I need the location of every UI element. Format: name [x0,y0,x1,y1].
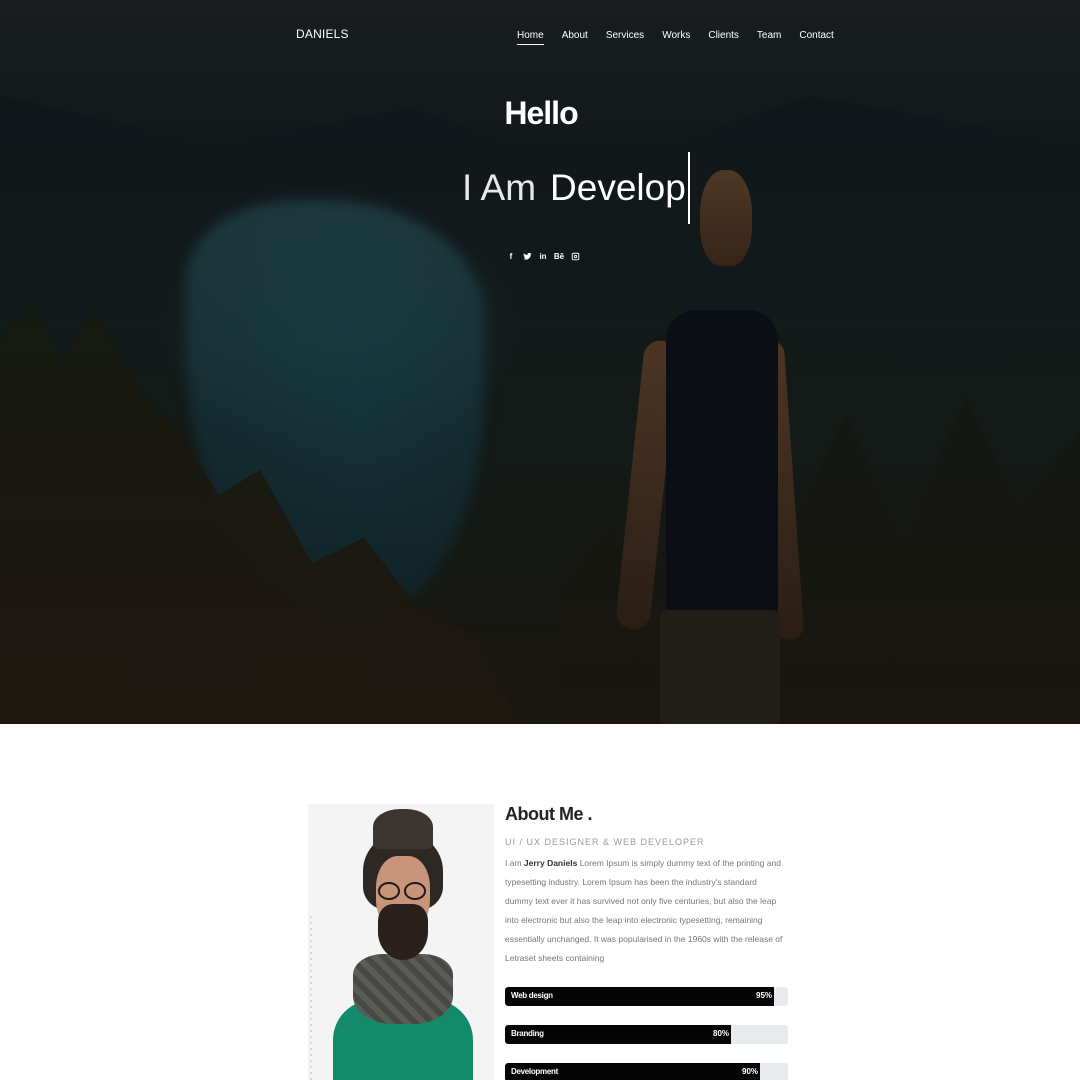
profile-photo [308,804,494,1080]
skill-label: Web design [511,991,553,1000]
linkedin-icon[interactable]: in [538,250,548,262]
skill-percent: 80% [713,1029,730,1038]
nav-item-works[interactable]: Works [662,30,690,45]
brand-logo[interactable]: DANIELS [296,27,349,41]
about-name: Jerry Daniels [523,858,578,868]
nav-item-clients[interactable]: Clients [708,30,739,45]
about-description: I am Jerry Daniels Lorem Ipsum is simply… [505,854,787,968]
social-links: f in Bē [506,250,580,262]
about-title: About Me . [505,804,593,824]
hero-typed-word: Develop [550,167,686,208]
skill-bar-branding: Branding 80% [505,1025,788,1044]
skill-bar-development: Development 90% [505,1063,788,1080]
nav-item-services[interactable]: Services [606,30,644,45]
hero-typed-line: I Am Develop [462,152,690,224]
about-section: About Me . UI / UX DESIGNER & WEB DEVELO… [0,724,1080,1080]
hero-greeting: Hello [504,95,578,131]
nav-item-contact[interactable]: Contact [799,30,833,45]
hero-section: DANIELS Home About Services Works Client… [0,0,1080,724]
skill-label: Branding [511,1029,544,1038]
instagram-icon[interactable] [570,250,580,262]
skill-label: Development [511,1067,558,1076]
facebook-icon[interactable]: f [506,250,516,262]
about-intro: I am [505,858,522,868]
hero-prefix: I Am [462,167,537,208]
nav-item-home[interactable]: Home [517,30,544,45]
dot-pattern-decoration [308,914,316,1080]
nav-item-team[interactable]: Team [757,30,781,45]
nav-item-about[interactable]: About [562,30,588,45]
skill-percent: 90% [742,1067,759,1076]
typing-cursor [687,152,690,224]
skill-bar-web-design: Web design 95% [505,987,788,1006]
about-body-text: Lorem Ipsum is simply dummy text of the … [505,858,783,963]
skill-percent: 95% [756,991,773,1000]
twitter-icon[interactable] [522,250,532,262]
behance-icon[interactable]: Bē [554,250,564,262]
main-nav: Home About Services Works Clients Team C… [517,30,852,45]
about-subtitle: UI / UX DESIGNER & WEB DEVELOPER [505,837,705,847]
